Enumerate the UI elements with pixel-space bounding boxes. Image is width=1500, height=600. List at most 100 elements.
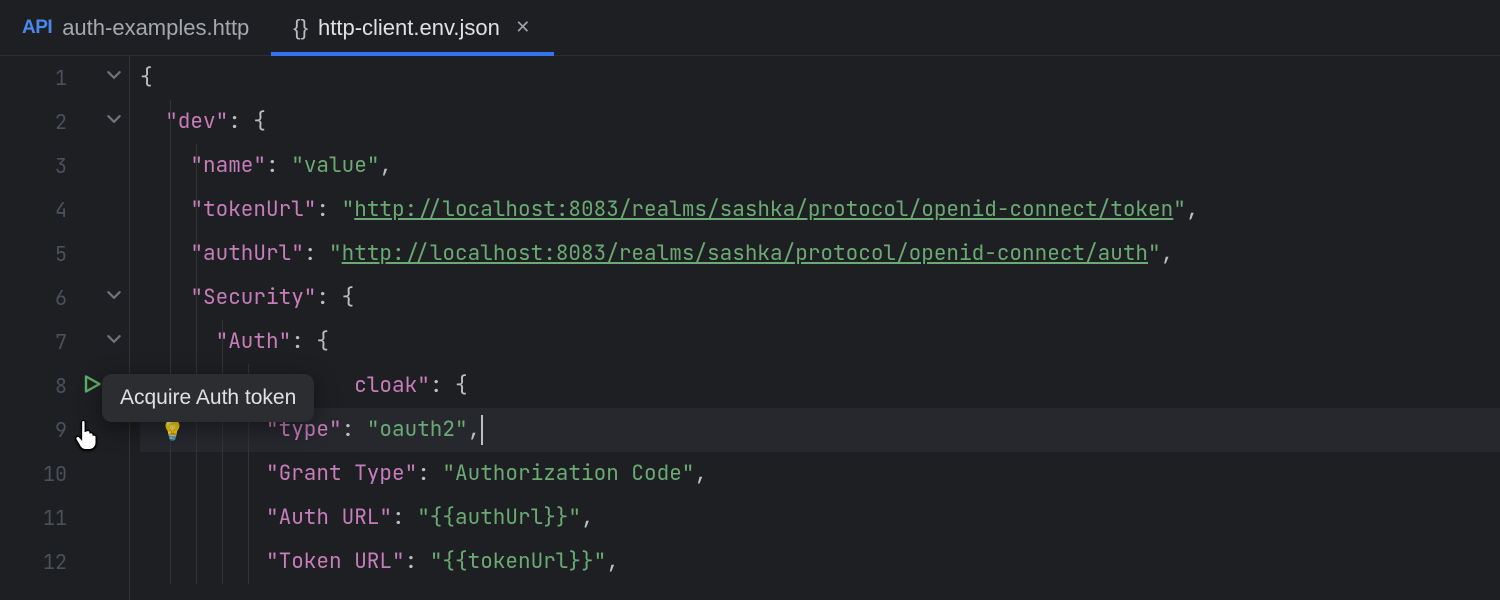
line-number: 1	[39, 56, 67, 100]
code-line[interactable]: "Security": {	[140, 276, 1500, 320]
token-str: "Authorization Code"	[442, 460, 694, 487]
gutter-line: 6	[0, 276, 129, 320]
token-str: "	[342, 196, 355, 223]
code-line[interactable]: "Token URL": "{{tokenUrl}}",	[140, 540, 1500, 584]
code-line[interactable]: "Auth URL": "{{authUrl}}",	[140, 496, 1500, 540]
indent-guide	[196, 188, 197, 232]
token-punc	[140, 328, 216, 355]
code-line[interactable]: "tokenUrl": "http://localhost:8083/realm…	[140, 188, 1500, 232]
token-punc: {	[140, 64, 153, 91]
line-number: 10	[39, 452, 67, 496]
tab-auth-examples[interactable]: API auth-examples.http	[0, 0, 271, 55]
indent-guide	[248, 540, 249, 584]
token-punc: : {	[291, 328, 329, 355]
line-number: 3	[39, 144, 67, 188]
text-caret	[481, 415, 483, 445]
indent-guide	[170, 144, 171, 188]
token-punc: :	[266, 152, 291, 179]
token-punc: : {	[228, 108, 266, 135]
editor: 123456789101112 { "dev": { "name": "valu…	[0, 56, 1500, 600]
gutter-line: 3	[0, 144, 129, 188]
gutter-line: 12	[0, 540, 129, 584]
gutter-line: 7	[0, 320, 129, 364]
tab-bar: API auth-examples.http {} http-client.en…	[0, 0, 1500, 56]
fold-chevron-icon[interactable]	[107, 276, 121, 320]
token-key: "authUrl"	[190, 240, 303, 267]
token-punc	[140, 152, 190, 179]
token-punc: :	[342, 416, 367, 443]
gutter: 123456789101112	[0, 56, 130, 600]
line-number: 9	[39, 408, 67, 452]
token-url: http://localhost:8083/realms/sashka/prot…	[342, 240, 1148, 267]
code-line[interactable]: "Grant Type": "Authorization Code",	[140, 452, 1500, 496]
fold-chevron-icon[interactable]	[107, 56, 121, 100]
code-line[interactable]: {	[140, 56, 1500, 100]
fold-chevron-icon[interactable]	[107, 320, 121, 364]
token-punc: ,	[379, 152, 392, 179]
indent-guide	[196, 496, 197, 540]
token-str: "{{authUrl}}"	[417, 504, 581, 531]
token-str: "oauth2"	[367, 416, 468, 443]
indent-guide	[222, 452, 223, 496]
indent-guide	[222, 496, 223, 540]
token-punc: :	[392, 504, 417, 531]
token-punc: :	[316, 196, 341, 223]
token-punc: ,	[1186, 196, 1199, 223]
gutter-line: 4	[0, 188, 129, 232]
line-number: 4	[39, 188, 67, 232]
token-key: "Auth"	[216, 328, 292, 355]
token-str: "	[329, 240, 342, 267]
gutter-line: 11	[0, 496, 129, 540]
api-file-icon: API	[22, 17, 52, 39]
code-line[interactable]: "name": "value",	[140, 144, 1500, 188]
indent-guide	[196, 144, 197, 188]
gutter-line: 5	[0, 232, 129, 276]
indent-guide	[196, 540, 197, 584]
indent-guide	[222, 540, 223, 584]
tab-http-client-env[interactable]: {} http-client.env.json ✕	[271, 0, 554, 55]
line-number: 12	[39, 540, 67, 584]
token-url: http://localhost:8083/realms/sashka/prot…	[354, 196, 1173, 223]
pointer-cursor-icon	[72, 418, 102, 459]
line-number: 5	[39, 232, 67, 276]
code-line[interactable]: "dev": {	[140, 100, 1500, 144]
indent-guide	[170, 320, 171, 364]
code-line[interactable]: "Auth": {	[140, 320, 1500, 364]
token-punc	[140, 196, 190, 223]
token-punc: :	[304, 240, 329, 267]
tab-label: http-client.env.json	[318, 15, 500, 41]
gutter-line: 1	[0, 56, 129, 100]
token-str: "	[1173, 196, 1186, 223]
token-punc: :	[417, 460, 442, 487]
fold-chevron-icon[interactable]	[107, 100, 121, 144]
token-punc: ,	[581, 504, 594, 531]
line-number: 8	[39, 364, 67, 408]
token-punc	[140, 284, 190, 311]
indent-guide	[248, 496, 249, 540]
run-gutter-icon[interactable]	[83, 364, 101, 408]
token-key: "Token URL"	[266, 548, 405, 575]
indent-guide	[170, 540, 171, 584]
indent-guide	[170, 496, 171, 540]
token-key: "tokenUrl"	[190, 196, 316, 223]
token-punc: : {	[316, 284, 354, 311]
json-file-icon: {}	[293, 15, 308, 41]
token-punc: :	[405, 548, 430, 575]
token-punc	[140, 240, 190, 267]
indent-guide	[196, 452, 197, 496]
close-tab-icon[interactable]: ✕	[514, 19, 532, 37]
token-key: "dev"	[165, 108, 228, 135]
token-str: "value"	[291, 152, 379, 179]
token-str: "	[1148, 240, 1161, 267]
code-line[interactable]: "authUrl": "http://localhost:8083/realms…	[140, 232, 1500, 276]
token-str: "{{tokenUrl}}"	[430, 548, 606, 575]
code-line[interactable]: "type": "oauth2",💡	[140, 408, 1500, 452]
code-area[interactable]: { "dev": { "name": "value", "tokenUrl": …	[130, 56, 1500, 600]
token-key: "Grant Type"	[266, 460, 417, 487]
indent-guide	[170, 100, 171, 144]
token-punc: ,	[1161, 240, 1174, 267]
indent-guide	[222, 320, 223, 364]
indent-guide	[196, 276, 197, 320]
code-line[interactable]: cloak": {	[140, 364, 1500, 408]
tooltip-text: Acquire Auth token	[120, 386, 296, 409]
